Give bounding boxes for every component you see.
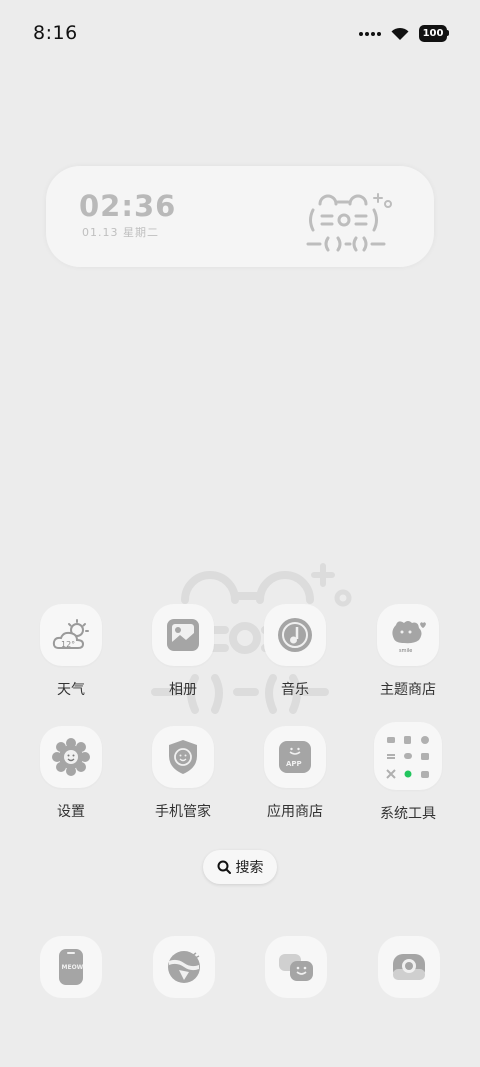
camera-icon	[393, 954, 425, 980]
gallery-tile[interactable]	[152, 604, 214, 666]
app-label: 系统工具	[380, 806, 436, 822]
dock-browser[interactable]	[153, 936, 215, 998]
signal-icon	[359, 31, 381, 36]
app-phone-manager[interactable]: 手机管家	[135, 726, 231, 821]
clock-widget[interactable]: 02:36 01.13 星期二	[46, 166, 434, 267]
clock-date: 01.13 星期二	[82, 226, 159, 239]
app-theme-store[interactable]: smile 主题商店	[360, 604, 456, 699]
app-weather[interactable]: 12° 天气	[23, 604, 119, 699]
app-store-tile[interactable]: APP	[264, 726, 326, 788]
clock-time: 02:36	[79, 189, 177, 223]
browser-icon	[168, 951, 200, 983]
wifi-icon	[391, 27, 409, 40]
app-system-tools-folder[interactable]: 系统工具	[360, 722, 456, 823]
weather-icon: 12°	[52, 619, 89, 649]
settings-icon	[52, 738, 90, 776]
dock-phone[interactable]: MEOW	[40, 936, 102, 998]
messages-icon	[279, 954, 313, 981]
dock-camera[interactable]	[378, 936, 440, 998]
music-icon	[278, 618, 312, 652]
phone-manager-icon	[169, 740, 197, 774]
music-tile[interactable]	[264, 604, 326, 666]
system-tools-folder-tile[interactable]	[374, 722, 442, 790]
status-bar: 8:16 100	[0, 0, 480, 68]
app-label: 应用商店	[267, 804, 323, 820]
search-icon	[217, 860, 231, 874]
app-app-store[interactable]: APP 应用商店	[247, 726, 343, 821]
system-tools-folder-icon	[386, 736, 429, 779]
gallery-icon	[167, 619, 199, 651]
status-time: 8:16	[33, 22, 78, 44]
theme-store-icon: smile	[392, 621, 426, 654]
weather-tile[interactable]: 12°	[40, 604, 102, 666]
svg-text:MEOW: MEOW	[62, 964, 84, 971]
app-label: 设置	[57, 804, 85, 820]
svg-text:APP: APP	[286, 760, 302, 768]
app-settings[interactable]: 设置	[23, 726, 119, 821]
app-label: 音乐	[281, 682, 309, 698]
dock-messages[interactable]	[265, 936, 327, 998]
app-label: 相册	[169, 682, 197, 698]
bear-face-art-icon	[306, 193, 392, 252]
app-label: 天气	[57, 682, 85, 698]
app-gallery[interactable]: 相册	[135, 604, 231, 699]
search-label: 搜索	[235, 860, 264, 876]
app-store-icon: APP	[279, 741, 311, 773]
theme-store-tile[interactable]: smile	[377, 604, 439, 666]
app-music[interactable]: 音乐	[247, 604, 343, 699]
status-icons: 100	[359, 25, 449, 42]
battery-icon: 100	[419, 25, 449, 42]
app-label: 手机管家	[155, 804, 211, 820]
svg-text:smile: smile	[399, 648, 412, 654]
settings-tile[interactable]	[40, 726, 102, 788]
phone-manager-tile[interactable]	[152, 726, 214, 788]
phone-icon: MEOW	[59, 949, 84, 985]
search-button[interactable]: 搜索	[203, 850, 277, 884]
svg-text:12°: 12°	[61, 640, 75, 649]
app-label: 主题商店	[380, 682, 436, 698]
